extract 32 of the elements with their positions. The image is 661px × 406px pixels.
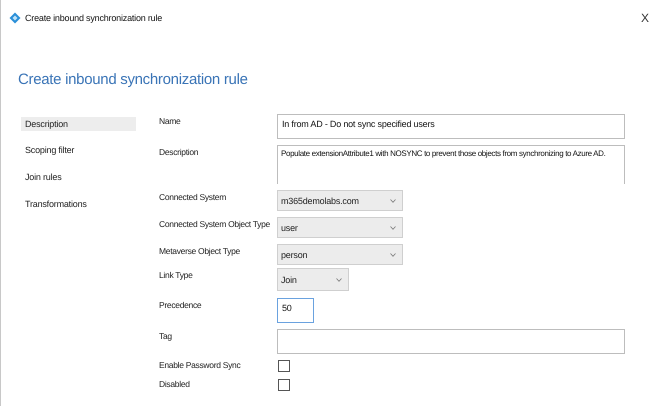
checkbox[interactable] — [278, 360, 290, 372]
sidebar-item[interactable]: Join rules — [21, 171, 136, 198]
sidebar-item[interactable]: Transformations — [21, 198, 136, 225]
input-field[interactable] — [277, 329, 625, 354]
window-title: Create inbound synchronization rule — [25, 13, 162, 23]
field-label: Connected System — [159, 191, 228, 202]
field-label: Precedence — [159, 299, 202, 310]
text-area[interactable]: Populate extensionAttribute1 with NOSYNC to prevent those objects from synchronizing to Azure AD. — [277, 145, 625, 184]
field-label: Description — [159, 146, 200, 157]
field-label: Disabled — [159, 378, 191, 389]
sidebar-item[interactable]: Description — [21, 117, 136, 131]
field-label: Connected System Object Type — [159, 218, 271, 229]
chevron-down-icon — [336, 278, 342, 282]
chevron-down-icon — [390, 198, 396, 202]
field-label: Name — [159, 115, 182, 126]
dropdown[interactable]: user — [277, 217, 403, 238]
dropdown[interactable]: m365demolabs.com — [277, 190, 403, 211]
checkbox[interactable] — [278, 379, 290, 391]
diamond-icon — [9, 12, 21, 24]
field-label: Link Type — [159, 269, 194, 280]
field-label: Metaverse Object Type — [159, 245, 241, 256]
input-field[interactable]: In from AD - Do not sync specified users — [277, 114, 625, 139]
sidebar-item[interactable]: Scoping filter — [21, 144, 136, 171]
field-label: Tag — [159, 330, 173, 341]
field-label: Enable Password Sync — [159, 359, 242, 370]
chevron-down-icon — [390, 226, 396, 230]
dropdown[interactable]: person — [277, 244, 403, 265]
page-heading: Create inbound synchronization rule — [17, 70, 249, 90]
dropdown[interactable]: Join — [277, 268, 349, 291]
close-button[interactable]: X — [636, 11, 653, 25]
input-field[interactable]: 50 — [277, 298, 314, 323]
chevron-down-icon — [390, 252, 396, 256]
